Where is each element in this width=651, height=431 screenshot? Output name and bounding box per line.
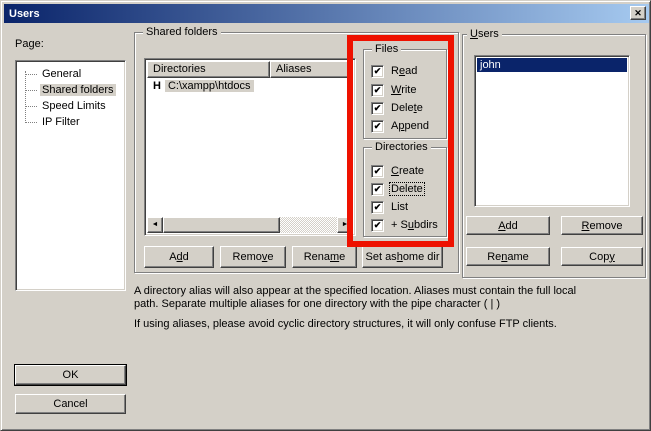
users-list[interactable]: john bbox=[474, 55, 630, 207]
checkbox-row-list: ✔ List bbox=[371, 200, 409, 214]
check-icon: ✔ bbox=[374, 202, 382, 212]
scroll-left-icon: ◄ bbox=[152, 221, 159, 228]
directory-path: C:\xampp\htdocs bbox=[165, 80, 254, 92]
directory-row[interactable]: H C:\xampp\htdocs bbox=[147, 79, 353, 95]
tree-item-speed-limits[interactable]: Speed Limits bbox=[16, 98, 125, 114]
rename-button[interactable]: Rename bbox=[292, 246, 357, 268]
info-line-3: If using aliases, please avoid cyclic di… bbox=[134, 318, 646, 331]
users-dialog: Users ✕ Page: General Shared folders Spe… bbox=[0, 0, 651, 431]
checkbox-subdirs[interactable]: ✔ bbox=[371, 219, 384, 232]
users-remove-button[interactable]: Remove bbox=[561, 216, 643, 235]
checkbox-row-delete-file: ✔ Delete bbox=[371, 101, 424, 115]
info-line-2: path. Separate multiple aliases for one … bbox=[134, 298, 646, 311]
directories-listview[interactable]: Directories Aliases H C:\xampp\htdocs ◄ ► bbox=[144, 58, 356, 236]
page-tree[interactable]: General Shared folders Speed Limits IP F… bbox=[15, 60, 126, 291]
cancel-button[interactable]: Cancel bbox=[15, 394, 126, 414]
users-group-label: Users bbox=[467, 28, 502, 41]
check-icon: ✔ bbox=[374, 166, 382, 176]
checkbox-create[interactable]: ✔ bbox=[371, 165, 384, 178]
scroll-left-button[interactable]: ◄ bbox=[147, 217, 163, 233]
check-icon: ✔ bbox=[374, 220, 382, 230]
checkbox-row-subdirs: ✔ + Subdirs bbox=[371, 218, 439, 232]
tree-item-ip-filter[interactable]: IP Filter bbox=[16, 114, 125, 130]
home-dir-marker: H bbox=[153, 80, 161, 92]
alias-info-text: A directory alias will also appear at th… bbox=[134, 285, 646, 331]
set-as-home-dir-button[interactable]: Set as home dir bbox=[362, 246, 443, 268]
add-button[interactable]: Add bbox=[144, 246, 214, 268]
horizontal-scrollbar[interactable]: ◄ ► bbox=[147, 217, 353, 233]
ok-button[interactable]: OK bbox=[15, 365, 126, 385]
checkbox-row-create: ✔ Create bbox=[371, 164, 425, 178]
checkbox-row-delete-dir: ✔ Delete bbox=[371, 182, 424, 196]
window-title: Users bbox=[4, 8, 40, 20]
tree-item-general[interactable]: General bbox=[16, 66, 125, 82]
check-icon: ✔ bbox=[374, 103, 382, 113]
info-line-1: A directory alias will also appear at th… bbox=[134, 285, 646, 298]
close-icon: ✕ bbox=[634, 8, 642, 18]
title-bar[interactable]: Users ✕ bbox=[4, 4, 649, 23]
check-icon: ✔ bbox=[374, 66, 382, 76]
scroll-right-icon: ► bbox=[342, 221, 349, 228]
users-copy-button[interactable]: Copy bbox=[561, 247, 643, 266]
column-header-directories[interactable]: Directories bbox=[147, 61, 270, 78]
checkbox-list[interactable]: ✔ bbox=[371, 201, 384, 214]
checkbox-row-write: ✔ Write bbox=[371, 83, 417, 97]
shared-folders-group-label: Shared folders bbox=[143, 26, 221, 39]
column-header-aliases[interactable]: Aliases bbox=[270, 61, 353, 78]
scroll-right-button[interactable]: ► bbox=[337, 217, 353, 233]
files-group-label: Files bbox=[372, 43, 401, 56]
users-group: Users john Add Remove Rename Copy bbox=[462, 34, 646, 278]
users-rename-button[interactable]: Rename bbox=[466, 247, 550, 266]
checkbox-delete-dir[interactable]: ✔ bbox=[371, 183, 384, 196]
scroll-thumb[interactable] bbox=[163, 217, 280, 233]
checkbox-row-append: ✔ Append bbox=[371, 119, 430, 133]
checkbox-append[interactable]: ✔ bbox=[371, 120, 384, 133]
users-add-button[interactable]: Add bbox=[466, 216, 550, 235]
listview-header: Directories Aliases bbox=[147, 61, 353, 78]
checkbox-delete-file[interactable]: ✔ bbox=[371, 102, 384, 115]
remove-button[interactable]: Remove bbox=[220, 246, 286, 268]
directories-group-label: Directories bbox=[372, 141, 431, 154]
user-item-john[interactable]: john bbox=[477, 58, 627, 72]
checkbox-write[interactable]: ✔ bbox=[371, 84, 384, 97]
check-icon: ✔ bbox=[374, 184, 382, 194]
files-group: Files ✔ Read ✔ Write ✔ Delete ✔ Append bbox=[363, 49, 447, 139]
page-label: Page: bbox=[15, 38, 44, 50]
check-icon: ✔ bbox=[374, 121, 382, 131]
checkbox-read[interactable]: ✔ bbox=[371, 65, 384, 78]
close-button[interactable]: ✕ bbox=[630, 6, 646, 20]
checkbox-row-read: ✔ Read bbox=[371, 64, 418, 78]
check-icon: ✔ bbox=[374, 85, 382, 95]
directories-group: Directories ✔ Create ✔ Delete ✔ List ✔ +… bbox=[363, 147, 447, 237]
tree-item-shared-folders[interactable]: Shared folders bbox=[16, 82, 125, 98]
